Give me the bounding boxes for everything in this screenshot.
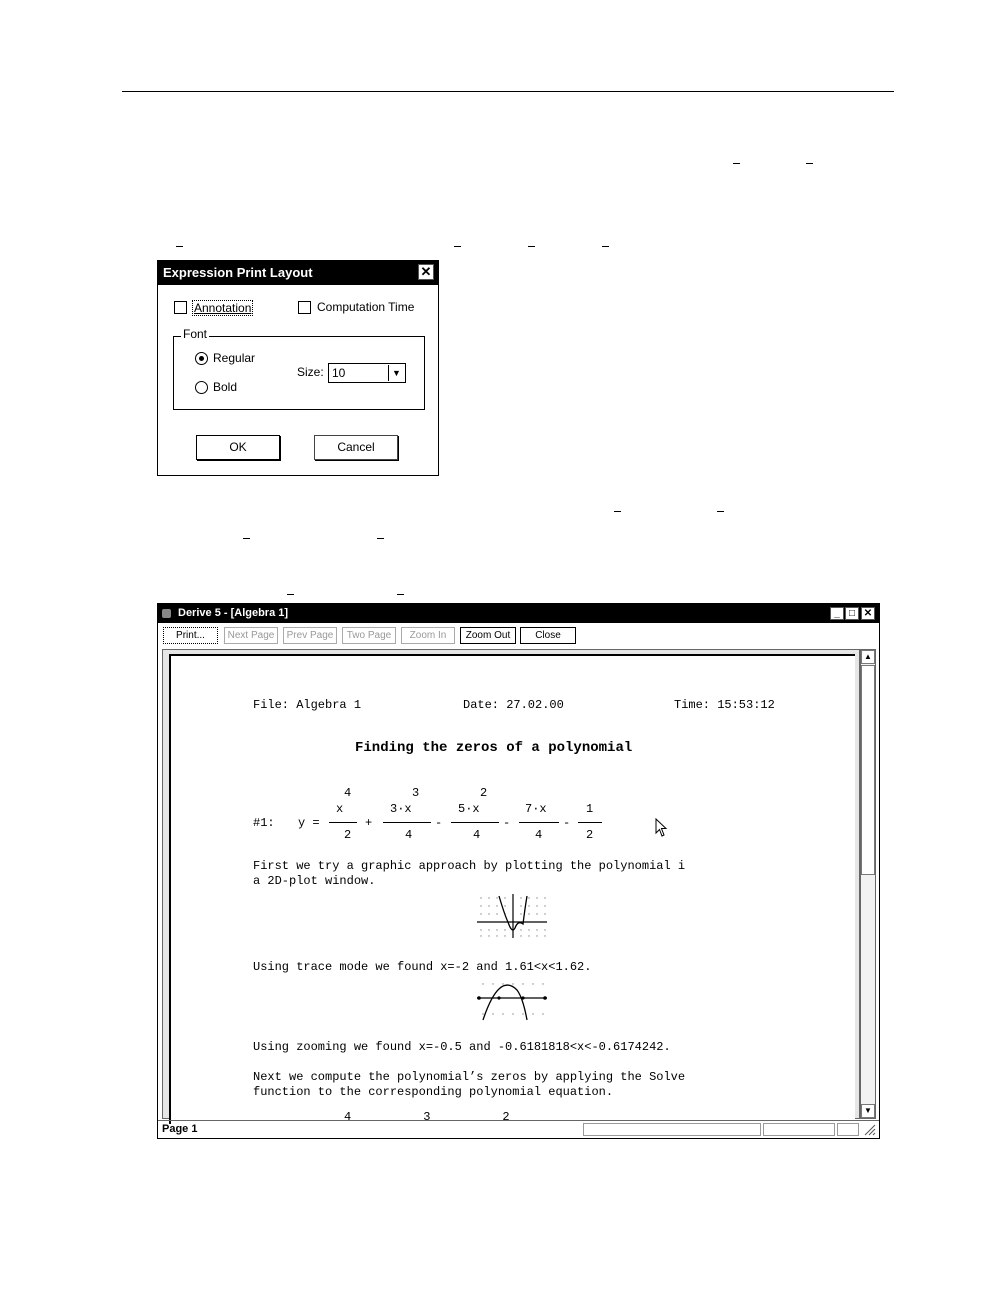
page-header-rule: [122, 91, 894, 92]
term-denominator: 4: [473, 828, 481, 842]
prev-page-button[interactable]: Prev Page: [283, 627, 337, 644]
size-value: 10: [332, 366, 346, 380]
page-indicator: Page 1: [162, 1123, 198, 1135]
close-button[interactable]: Close: [520, 627, 576, 644]
preview-toolbar: Print... Next Page Prev Page Two Page Zo…: [158, 624, 879, 648]
underline-mark: [717, 511, 724, 512]
dialog-titlebar: Expression Print Layout ✕: [158, 261, 438, 285]
status-panel: [837, 1123, 859, 1136]
regular-label[interactable]: Regular: [213, 351, 255, 365]
file-label: File: Algebra 1: [253, 698, 362, 712]
computation-time-label[interactable]: Computation Time: [317, 300, 414, 314]
scroll-down-icon[interactable]: ▼: [861, 1104, 875, 1118]
term-denominator: 2: [344, 828, 352, 842]
mouse-cursor-icon: [655, 818, 668, 837]
term-numerator: 5·x: [458, 802, 480, 816]
paragraph-text: function to the corresponding polynomial…: [253, 1085, 614, 1099]
size-select[interactable]: 10 ▼: [328, 363, 406, 383]
size-label: Size:: [297, 365, 324, 379]
window-title: Derive 5 - [Algebra 1]: [178, 607, 289, 619]
scroll-up-icon[interactable]: ▲: [861, 650, 875, 664]
fraction-bar: [578, 822, 602, 823]
annotation-checkbox[interactable]: [174, 301, 187, 314]
status-panel: [583, 1123, 761, 1136]
close-icon[interactable]: ✕: [861, 607, 875, 620]
scroll-thumb[interactable]: [861, 665, 875, 875]
fraction-bar: [383, 822, 431, 823]
paragraph-text: Next we compute the polynomial’s zeros b…: [253, 1070, 686, 1084]
two-page-button[interactable]: Two Page: [342, 627, 396, 644]
underline-mark: [454, 246, 461, 247]
close-icon[interactable]: ✕: [418, 264, 434, 280]
underline-mark: [176, 246, 183, 247]
ok-button[interactable]: OK: [196, 435, 280, 460]
app-icon: [162, 609, 171, 618]
underline-mark: [733, 163, 740, 164]
minimize-icon[interactable]: _: [830, 607, 844, 620]
regular-radio[interactable]: [195, 352, 208, 365]
zoom-in-button[interactable]: Zoom In: [401, 627, 455, 644]
underline-mark: [602, 246, 609, 247]
vertical-scrollbar[interactable]: ▲ ▼: [860, 649, 876, 1119]
term-denominator: 2: [586, 828, 594, 842]
plot-thumbnail: [477, 894, 547, 938]
term-operator: -: [563, 816, 571, 830]
term-denominator: 4: [405, 828, 413, 842]
computation-time-checkbox[interactable]: [298, 301, 311, 314]
dialog-title: Expression Print Layout: [163, 265, 313, 280]
term-denominator: 4: [535, 828, 543, 842]
underline-mark: [377, 538, 384, 539]
date-label: Date: 27.02.00: [463, 698, 564, 712]
term-exponent: 4: [344, 786, 352, 800]
print-preview-page: File: Algebra 1 Date: 27.02.00 Time: 15:…: [169, 654, 855, 1124]
resize-grip-icon[interactable]: [864, 1124, 876, 1136]
fraction-bar: [451, 822, 499, 823]
annotation-label[interactable]: Annotation: [192, 300, 254, 316]
underline-mark: [528, 246, 535, 247]
paragraph-text: a 2D-plot window.: [253, 874, 376, 888]
print-button[interactable]: Print...: [163, 627, 218, 644]
chevron-down-icon[interactable]: ▼: [388, 365, 404, 381]
fraction-bar: [519, 822, 559, 823]
expression-print-layout-dialog: Expression Print Layout ✕ Annotation Com…: [157, 260, 439, 476]
bold-label[interactable]: Bold: [213, 380, 237, 394]
underline-mark: [243, 538, 250, 539]
preview-area[interactable]: File: Algebra 1 Date: 27.02.00 Time: 15:…: [162, 649, 860, 1124]
status-bar: Page 1: [158, 1120, 879, 1139]
status-panel: [763, 1123, 835, 1136]
font-group-label: Font: [181, 327, 210, 341]
term-numerator: 7·x: [525, 802, 547, 816]
fraction-bar: [329, 822, 357, 823]
term-numerator: 3·x: [390, 802, 412, 816]
bold-radio[interactable]: [195, 381, 208, 394]
time-label: Time: 15:53:12: [674, 698, 775, 712]
paragraph-text: First we try a graphic approach by plott…: [253, 859, 686, 873]
underline-mark: [806, 163, 813, 164]
term-numerator: x: [336, 802, 344, 816]
plot-thumbnail: [477, 983, 547, 1021]
underline-mark: [397, 594, 404, 595]
window-titlebar: Derive 5 - [Algebra 1] _ □ ✕: [158, 604, 879, 623]
next-page-button[interactable]: Next Page: [224, 627, 278, 644]
zoom-out-button[interactable]: Zoom Out: [460, 627, 516, 644]
maximize-icon[interactable]: □: [845, 607, 859, 620]
term-exponent: 3: [412, 786, 420, 800]
radio-selected-dot: [199, 356, 204, 361]
underline-mark: [287, 594, 294, 595]
term-operator: -: [503, 816, 511, 830]
term-operator: -: [435, 816, 443, 830]
term-exponent: 2: [480, 786, 488, 800]
cancel-button[interactable]: Cancel: [314, 435, 398, 460]
underline-mark: [614, 511, 621, 512]
term-numerator: 1: [586, 802, 594, 816]
paragraph-text: Using zooming we found x=-0.5 and -0.618…: [253, 1040, 671, 1054]
document-heading: Finding the zeros of a polynomial: [355, 740, 633, 756]
term-operator: +: [365, 816, 373, 830]
paragraph-text: Using trace mode we found x=-2 and 1.61<…: [253, 960, 592, 974]
derive-window: Derive 5 - [Algebra 1] _ □ ✕ Print... Ne…: [157, 603, 880, 1139]
expression-lhs: y =: [298, 816, 320, 830]
expression-label: #1:: [253, 816, 275, 830]
